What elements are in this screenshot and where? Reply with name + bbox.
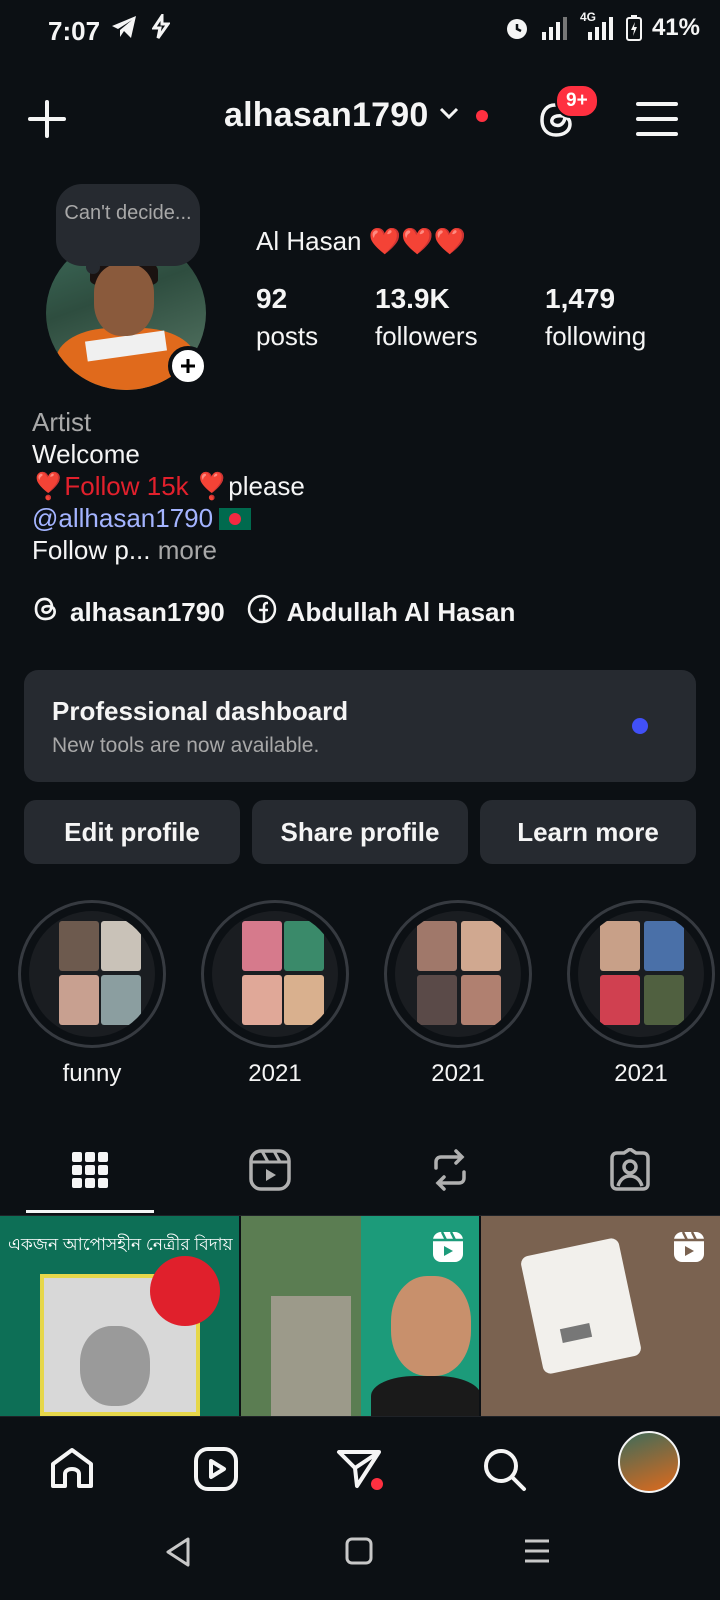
bio-line-part: ❣️please xyxy=(195,471,305,501)
stat-following[interactable]: 1,479 following xyxy=(545,282,646,356)
story-highlight[interactable]: funny xyxy=(17,900,167,1088)
tagged-icon[interactable] xyxy=(600,1140,660,1200)
status-bar: 7:07 4G 41% xyxy=(0,0,720,64)
signal-4g-icon: 4G xyxy=(580,10,616,40)
highlight-thumbnail xyxy=(29,911,155,1037)
reels-icon[interactable] xyxy=(186,1439,246,1499)
search-icon[interactable] xyxy=(474,1439,534,1499)
chevron-down-icon xyxy=(438,106,460,125)
profile-note-bubble[interactable]: Can't decide... xyxy=(56,184,200,274)
signal-icon xyxy=(540,16,570,40)
highlight-thumbnail xyxy=(395,911,521,1037)
dashboard-new-dot xyxy=(632,718,648,734)
bio-line-part: ❣️Follow 15k xyxy=(32,471,196,501)
bio-more-link[interactable]: more xyxy=(151,535,217,565)
highlight-ring xyxy=(567,900,715,1048)
messages-icon[interactable] xyxy=(330,1439,390,1499)
facebook-icon xyxy=(247,594,277,631)
grid-icon[interactable] xyxy=(60,1140,120,1200)
highlight-label: 2021 xyxy=(614,1060,668,1087)
dashboard-subtitle: New tools are now available. xyxy=(52,734,320,757)
stat-posts[interactable]: 92 posts xyxy=(256,282,375,356)
bio-line: Welcome xyxy=(32,439,140,469)
threads-icon xyxy=(32,594,60,631)
post-thumbnail[interactable] xyxy=(241,1216,479,1416)
stat-value: 13.9K xyxy=(375,283,450,314)
post-thumbnail[interactable]: একজন আপোসহীন নেত্রীর বিদায় xyxy=(0,1216,239,1416)
recent-apps-icon[interactable] xyxy=(522,1536,552,1571)
bio-mention-line: @allhasan1790 xyxy=(32,502,305,534)
learn-more-button[interactable]: Learn more xyxy=(480,800,696,864)
stat-value: 92 xyxy=(256,283,288,314)
highlight-ring xyxy=(18,900,166,1048)
alarm-icon xyxy=(504,15,530,41)
threads-link-text: alhasan1790 xyxy=(70,597,225,627)
new-post-plus-icon[interactable] xyxy=(26,98,68,145)
network-type: 4G xyxy=(579,10,596,24)
menu-icon[interactable] xyxy=(636,100,678,143)
display-name: Al Hasan ❤️❤️❤️ xyxy=(256,226,466,256)
professional-dashboard-card[interactable]: Professional dashboard New tools are now… xyxy=(24,670,696,782)
bangladesh-flag-icon xyxy=(219,508,252,530)
facebook-profile-link[interactable]: Abdullah Al Hasan xyxy=(247,594,516,631)
profile-links: alhasan1790 Abdullah Al Hasan xyxy=(32,594,537,631)
stat-label: posts xyxy=(256,321,319,351)
posts-grid: একজন আপোসহীন নেত্রীর বিদায় xyxy=(0,1216,720,1416)
bottom-navigation xyxy=(0,1416,720,1512)
system-navigation-bar xyxy=(0,1512,720,1600)
highlight-ring xyxy=(384,900,532,1048)
telegram-icon xyxy=(110,14,138,40)
bio-mention-link[interactable]: @allhasan1790 xyxy=(32,503,213,533)
profile-bio: Artist Welcome ❣️Follow 15k ❣️please @al… xyxy=(32,406,305,566)
highlight-thumbnail xyxy=(212,911,338,1037)
profile-stats: 92 posts 13.9K followers 1,479 following xyxy=(256,282,646,356)
bio-category: Artist xyxy=(32,407,92,437)
profile-header: alhasan1790 9+ xyxy=(0,84,720,154)
highlight-label: 2021 xyxy=(431,1060,485,1087)
account-notification-dot xyxy=(476,109,489,122)
story-highlight[interactable]: 2021 xyxy=(200,900,350,1088)
home-square-icon[interactable] xyxy=(344,1536,374,1571)
highlight-thumbnail xyxy=(578,911,704,1037)
highlight-label: funny xyxy=(62,1060,122,1087)
reels-icon[interactable] xyxy=(240,1140,300,1200)
reel-indicator-icon xyxy=(672,1230,706,1269)
stat-label: followers xyxy=(375,321,478,351)
stat-followers[interactable]: 13.9K followers xyxy=(375,282,545,356)
back-icon[interactable] xyxy=(164,1536,192,1573)
highlight-label: 2021 xyxy=(248,1060,302,1087)
account-switcher[interactable]: alhasan1790 xyxy=(224,96,489,135)
stat-value: 1,479 xyxy=(545,283,616,314)
dashboard-title: Professional dashboard xyxy=(52,696,349,726)
share-profile-button[interactable]: Share profile xyxy=(252,800,468,864)
battery-icon xyxy=(625,15,642,41)
profile-avatar[interactable] xyxy=(618,1431,680,1493)
notification-badge: 9+ xyxy=(555,84,599,118)
bio-line: ❣️Follow 15k ❣️please xyxy=(32,470,305,502)
header-username: alhasan1790 xyxy=(224,96,429,134)
post-caption-overlay: একজন আপোসহীন নেত্রীর বিদায় xyxy=(8,1235,233,1254)
reel-indicator-icon xyxy=(431,1230,465,1269)
profile-content-tabs xyxy=(0,1130,720,1216)
status-time: 7:07 xyxy=(48,16,101,46)
bolt-app-icon xyxy=(152,14,170,40)
bio-line: Follow p... more xyxy=(32,534,305,566)
edit-profile-button[interactable]: Edit profile xyxy=(24,800,240,864)
story-highlight[interactable]: 2021 xyxy=(383,900,533,1088)
home-icon[interactable] xyxy=(42,1439,102,1499)
stat-label: following xyxy=(545,321,647,351)
active-tab-indicator xyxy=(26,1210,154,1213)
story-highlight[interactable]: 2021 xyxy=(566,900,716,1088)
add-story-plus-icon[interactable] xyxy=(168,346,208,386)
threads-profile-link[interactable]: alhasan1790 xyxy=(32,594,225,631)
bio-truncated-text: Follow p... xyxy=(32,535,151,565)
facebook-link-text: Abdullah Al Hasan xyxy=(286,597,516,627)
post-thumbnail[interactable] xyxy=(481,1216,720,1416)
reposts-icon[interactable] xyxy=(420,1140,480,1200)
battery-percent: 41% xyxy=(651,14,700,41)
highlight-ring xyxy=(201,900,349,1048)
